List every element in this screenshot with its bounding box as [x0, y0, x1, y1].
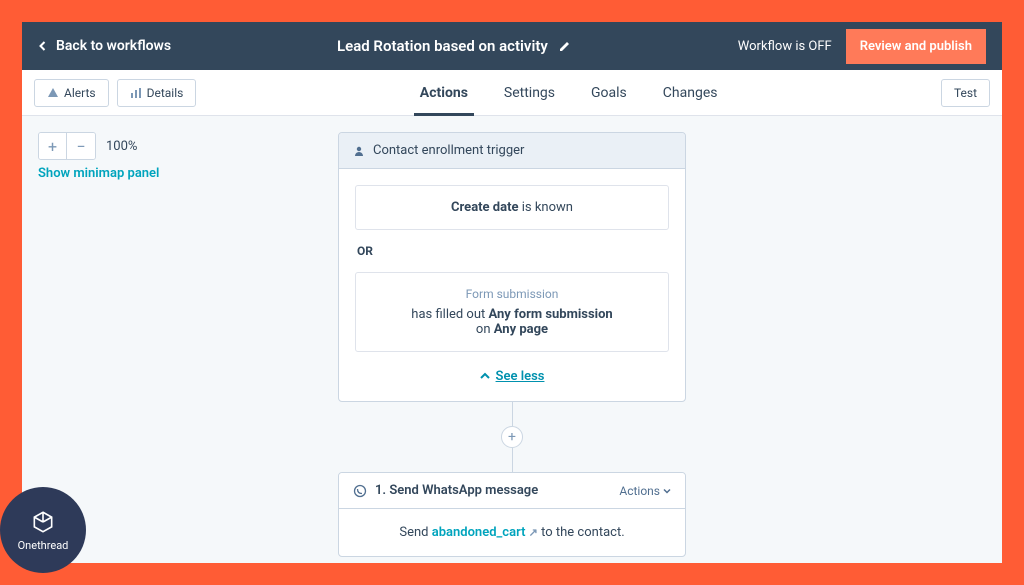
- show-minimap-link[interactable]: Show minimap panel: [38, 166, 159, 181]
- details-button[interactable]: Details: [117, 79, 197, 107]
- workflow-status: Workflow is OFF: [738, 39, 832, 54]
- connector-line: [512, 402, 513, 426]
- test-button[interactable]: Test: [941, 79, 990, 107]
- zoom-in-button[interactable]: +: [39, 133, 67, 159]
- tab-actions[interactable]: Actions: [420, 71, 468, 115]
- chevron-down-icon: [663, 487, 671, 495]
- zoom-out-button[interactable]: −: [67, 133, 95, 159]
- review-publish-button[interactable]: Review and publish: [846, 29, 986, 64]
- connector-line: [512, 448, 513, 472]
- add-action-button[interactable]: +: [501, 426, 523, 448]
- onethread-logo: Onethread: [0, 487, 86, 573]
- cube-icon: [30, 509, 56, 535]
- warning-icon: [47, 87, 59, 99]
- or-separator: OR: [357, 244, 669, 258]
- trigger-title: Contact enrollment trigger: [373, 143, 671, 158]
- workflow-canvas[interactable]: + − 100% Show minimap panel Contact enro…: [22, 116, 1002, 563]
- edit-icon[interactable]: [558, 39, 572, 53]
- alerts-button[interactable]: Alerts: [34, 79, 109, 107]
- see-less-link[interactable]: See less: [480, 369, 545, 384]
- zoom-level: 100%: [106, 139, 137, 154]
- chevron-left-icon: [38, 41, 48, 51]
- criteria-1[interactable]: Create date is known: [355, 185, 669, 230]
- whatsapp-icon: [353, 484, 367, 498]
- chevron-up-icon: [480, 371, 490, 381]
- contact-icon: [353, 145, 365, 157]
- external-link-icon: ↗: [529, 526, 538, 539]
- chart-icon: [130, 87, 142, 99]
- criteria-2[interactable]: Form submission has filled out Any form …: [355, 272, 669, 352]
- tab-settings[interactable]: Settings: [504, 71, 555, 115]
- back-link[interactable]: Back to workflows: [38, 38, 171, 54]
- back-label: Back to workflows: [56, 38, 171, 54]
- action-card-1[interactable]: 1. Send WhatsApp message Actions Send ab…: [338, 472, 686, 557]
- tab-changes[interactable]: Changes: [663, 71, 718, 115]
- action-title: 1. Send WhatsApp message: [375, 483, 611, 498]
- enrollment-trigger-card[interactable]: Contact enrollment trigger Create date i…: [338, 132, 686, 402]
- workflow-title: Lead Rotation based on activity: [337, 37, 548, 55]
- template-link[interactable]: abandoned_cart ↗: [432, 525, 538, 540]
- action-menu[interactable]: Actions: [619, 484, 671, 498]
- tab-goals[interactable]: Goals: [591, 71, 627, 115]
